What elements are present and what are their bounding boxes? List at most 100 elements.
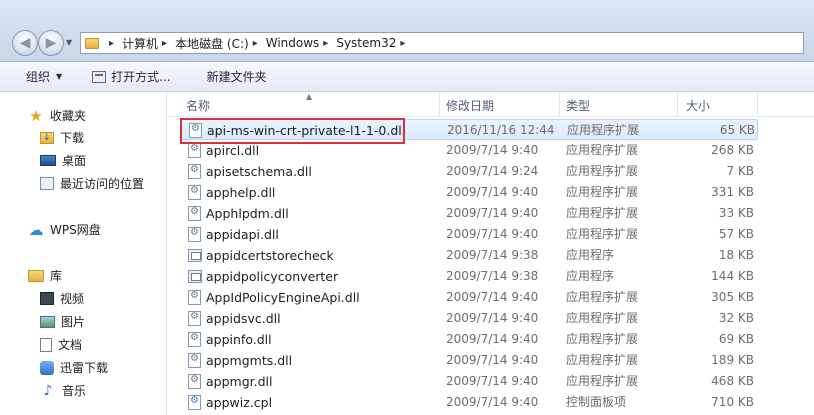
open-with-button[interactable]: 打开方式... <box>92 62 171 92</box>
column-name-header[interactable]: 名称 ▲ <box>168 92 440 117</box>
file-row[interactable]: AppIdPolicyEngineApi.dll 2009/7/14 9:40 应用… <box>180 287 758 308</box>
nav-desktop[interactable]: 桌面 <box>40 152 86 169</box>
breadcrumb-windows[interactable]: Windows <box>266 36 320 50</box>
column-name-label: 名称 <box>186 98 211 113</box>
nav-music-label: 音乐 <box>62 384 87 398</box>
file-size: 57 KB <box>718 227 754 241</box>
file-row[interactable]: appidapi.dll 2009/7/14 9:40 应用程序扩展 57 KB <box>180 224 758 245</box>
caret-down-icon: ▼ <box>56 72 63 81</box>
command-bar: 组织 ▼ 打开方式... 新建文件夹 <box>0 62 814 92</box>
forward-arrow-icon: ▶ <box>45 35 57 51</box>
recent-pages-dropdown[interactable]: ▼ <box>66 38 72 47</box>
file-modified-date: 2009/7/14 9:38 <box>446 248 539 262</box>
highlight-box <box>180 118 405 144</box>
chevron-right-icon[interactable]: ▸ <box>400 38 405 49</box>
file-size: 32 KB <box>718 311 754 325</box>
file-modified-date: 2016/11/16 12:44 <box>447 123 555 137</box>
file-size: 268 KB <box>711 143 754 157</box>
file-type: 应用程序扩展 <box>566 143 639 157</box>
nav-documents[interactable]: 文档 <box>40 336 82 353</box>
file-name: appmgmts.dll <box>206 353 293 368</box>
file-name: appidsvc.dll <box>206 311 281 326</box>
recent-places-icon <box>40 177 54 190</box>
file-modified-date: 2009/7/14 9:40 <box>446 311 539 325</box>
nav-wps-cloud[interactable]: ☁ WPS网盘 <box>28 220 101 239</box>
file-row[interactable]: Apphlpdm.dll 2009/7/14 9:40 应用程序扩展 33 KB <box>180 203 758 224</box>
sort-ascending-icon: ▲ <box>306 92 313 101</box>
column-type-header[interactable]: 类型 <box>560 93 678 117</box>
file-row[interactable]: appmgr.dll 2009/7/14 9:40 应用程序扩展 468 KB <box>180 371 758 392</box>
file-name: apisetschema.dll <box>206 164 312 179</box>
file-size: 65 KB <box>719 123 755 137</box>
file-type: 应用程序 <box>566 248 615 262</box>
organize-button[interactable]: 组织 ▼ <box>26 62 62 92</box>
back-arrow-icon: ◀ <box>19 35 31 51</box>
file-type: 应用程序扩展 <box>566 353 639 367</box>
dll-file-icon <box>188 311 201 326</box>
chevron-right-icon[interactable]: ▸ <box>109 38 114 49</box>
column-size-header[interactable]: 大小 <box>678 93 758 117</box>
downloads-folder-icon: ↓ <box>40 131 54 144</box>
chevron-right-icon[interactable]: ▸ <box>162 38 167 49</box>
nav-downloads[interactable]: ↓ 下载 <box>40 129 84 146</box>
nav-libraries[interactable]: 库 <box>28 267 62 284</box>
file-size: 189 KB <box>711 353 754 367</box>
file-modified-date: 2009/7/14 9:40 <box>446 332 539 346</box>
address-bar-area: ◀ ▶ ▼ ▸ 计算机 ▸ 本地磁盘 (C:) ▸ Windows ▸ Syst… <box>0 0 814 62</box>
back-button[interactable]: ◀ <box>12 30 38 56</box>
nav-recent-places[interactable]: 最近访问的位置 <box>40 175 144 192</box>
xunlei-icon <box>40 360 54 375</box>
file-size: 468 KB <box>711 374 754 388</box>
file-type: 应用程序扩展 <box>566 227 639 241</box>
file-row[interactable]: apisetschema.dll 2009/7/14 9:24 应用程序扩展 7 KB <box>180 161 758 182</box>
column-date-header[interactable]: 修改日期 <box>440 93 560 117</box>
forward-button[interactable]: ▶ <box>38 30 64 56</box>
chevron-right-icon[interactable]: ▸ <box>323 38 328 49</box>
file-size: 710 KB <box>711 395 754 409</box>
file-type: 应用程序扩展 <box>566 311 639 325</box>
open-with-icon <box>92 70 107 83</box>
file-row[interactable]: appinfo.dll 2009/7/14 9:40 应用程序扩展 69 KB <box>180 329 758 350</box>
file-modified-date: 2009/7/14 9:24 <box>446 164 539 178</box>
file-row[interactable]: appidcertstorecheck 2009/7/14 9:38 应用程序 18 … <box>180 245 758 266</box>
file-type: 应用程序扩展 <box>566 185 639 199</box>
file-name: appwiz.cpl <box>206 395 273 410</box>
file-row[interactable]: appwiz.cpl 2009/7/14 9:40 控制面板项 710 KB <box>180 392 758 413</box>
nav-music[interactable]: ♪ 音乐 <box>40 382 86 399</box>
nav-pictures[interactable]: 图片 <box>40 313 85 330</box>
nav-recent-label: 最近访问的位置 <box>60 177 145 191</box>
file-type: 应用程序扩展 <box>566 290 639 304</box>
cloud-icon: ☁ <box>28 220 44 239</box>
file-name: appinfo.dll <box>206 332 272 347</box>
music-note-icon: ♪ <box>43 382 53 399</box>
nav-libraries-label: 库 <box>50 269 63 283</box>
nav-videos[interactable]: 视频 <box>40 290 84 307</box>
file-row[interactable]: appmgmts.dll 2009/7/14 9:40 应用程序扩展 189 KB <box>180 350 758 371</box>
nav-wps-label: WPS网盘 <box>50 223 101 237</box>
dll-file-icon <box>188 290 201 305</box>
application-icon <box>188 270 202 283</box>
file-name: Apphlpdm.dll <box>206 206 289 221</box>
new-folder-button[interactable]: 新建文件夹 <box>207 62 267 92</box>
breadcrumb[interactable]: ▸ 计算机 ▸ 本地磁盘 (C:) ▸ Windows ▸ System32 ▸ <box>80 32 804 54</box>
chevron-right-icon[interactable]: ▸ <box>253 38 258 49</box>
new-folder-label: 新建文件夹 <box>206 70 267 84</box>
file-type: 应用程序扩展 <box>566 206 639 220</box>
file-name: appidpolicyconverter <box>206 269 339 284</box>
file-row[interactable]: appidpolicyconverter 2009/7/14 9:38 应用程序 14… <box>180 266 758 287</box>
file-modified-date: 2009/7/14 9:38 <box>446 269 539 283</box>
file-row[interactable]: appidsvc.dll 2009/7/14 9:40 应用程序扩展 32 KB <box>180 308 758 329</box>
nav-documents-label: 文档 <box>58 338 83 352</box>
breadcrumb-computer[interactable]: 计算机 <box>122 35 158 52</box>
pictures-icon <box>40 315 55 328</box>
breadcrumb-system32[interactable]: System32 <box>336 36 396 50</box>
application-icon <box>188 249 202 262</box>
file-type: 应用程序扩展 <box>566 164 639 178</box>
breadcrumb-drive-c[interactable]: 本地磁盘 (C:) <box>175 35 249 52</box>
file-type: 应用程序扩展 <box>566 332 639 346</box>
file-modified-date: 2009/7/14 9:40 <box>446 227 539 241</box>
nav-xunlei-downloads[interactable]: 迅雷下载 <box>40 359 108 376</box>
dll-file-icon <box>188 206 201 221</box>
file-row[interactable]: apphelp.dll 2009/7/14 9:40 应用程序扩展 331 KB <box>180 182 758 203</box>
nav-favorites[interactable]: ★ 收藏夹 <box>28 107 86 125</box>
